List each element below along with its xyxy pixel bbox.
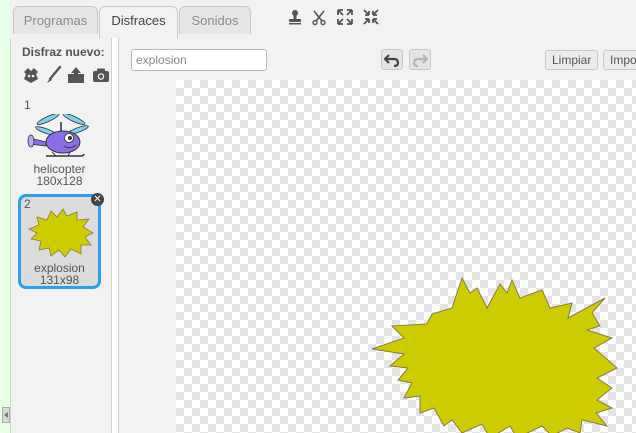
paint-editor: Limpiar Importar: [118, 38, 636, 433]
drawing-canvas[interactable]: [176, 80, 636, 433]
costume-name-input[interactable]: [131, 49, 267, 71]
grow-icon[interactable]: [336, 8, 354, 26]
import-button[interactable]: Importar: [603, 50, 636, 70]
delete-costume-icon[interactable]: ✕: [91, 193, 104, 206]
costume-item-explosion[interactable]: 2 ✕ explosion 131x98: [18, 193, 104, 289]
scroll-left-button[interactable]: [2, 407, 10, 423]
explosion-thumbnail: [28, 208, 94, 258]
helicopter-thumbnail: [27, 114, 89, 157]
stamp-icon[interactable]: [286, 8, 304, 26]
upload-icon[interactable]: [66, 65, 86, 85]
explosion-drawing: [372, 276, 618, 433]
tab-disfraces[interactable]: Disfraces: [99, 6, 178, 38]
redo-icon: [412, 54, 429, 68]
arrow-left-icon: [4, 412, 8, 418]
undo-icon: [383, 54, 400, 68]
costume-dimensions: 131x98: [39, 273, 80, 287]
costume-item-helicopter[interactable]: 1 helicopter 180x128: [18, 96, 101, 191]
new-costume-label: Disfraz nuevo:: [22, 45, 105, 59]
costume-number: 1: [24, 98, 31, 112]
clear-button[interactable]: Limpiar: [545, 50, 599, 70]
tab-sonidos[interactable]: Sonidos: [179, 6, 251, 34]
costume-dimensions: 180x128: [36, 174, 83, 188]
redo-button[interactable]: [409, 49, 431, 70]
paint-brush-icon[interactable]: [44, 65, 64, 85]
camera-icon[interactable]: [91, 65, 111, 85]
costume-list-panel: Disfraz nuevo: 1 helicopter 180x128 2 ✕ …: [11, 38, 112, 433]
tab-programas[interactable]: Programas: [13, 6, 98, 34]
choose-from-library-icon[interactable]: [21, 65, 41, 85]
stage-edge: [0, 0, 11, 433]
tab-bar: Programas Disfraces Sonidos: [10, 0, 636, 38]
undo-button[interactable]: [381, 49, 403, 70]
shrink-icon[interactable]: [362, 8, 380, 26]
cut-icon[interactable]: [310, 8, 328, 26]
